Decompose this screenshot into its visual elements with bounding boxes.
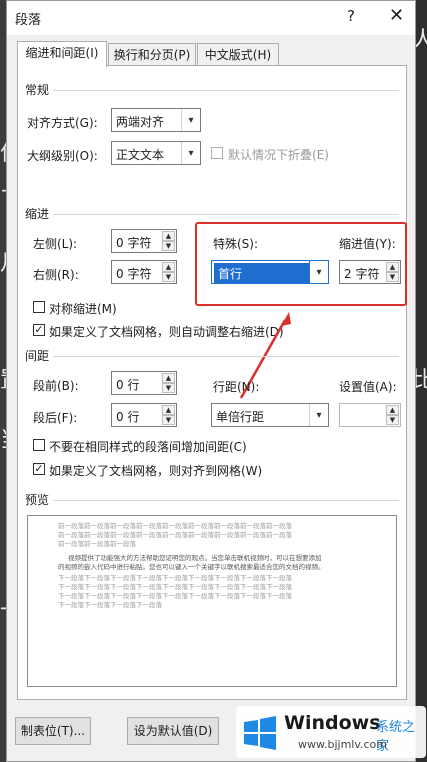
divider [53, 356, 399, 357]
space-before-spinner[interactable]: 0 行 ▲ ▼ [111, 371, 177, 395]
preview-next-paragraph: 下一段落下一段落下一段落下一段落下一段落下一段落下一段落下一段落下一段落 [58, 592, 292, 600]
space-after-spinner[interactable]: 0 行 ▲ ▼ [111, 403, 177, 427]
snap-to-grid-label: 如果定义了文档网格，则对齐到网格(W) [49, 464, 263, 478]
spin-up-icon[interactable]: ▲ [162, 373, 175, 383]
tab-asian-typography[interactable]: 中文版式(H) [197, 43, 279, 65]
highlight-annotation-box [195, 222, 407, 306]
left-indent-spinner[interactable]: 0 字符 ▲ ▼ [111, 229, 177, 253]
spin-up-icon[interactable]: ▲ [162, 262, 175, 272]
preview-prev-paragraph: 前一段落前一段落前一段落 [58, 540, 136, 548]
left-indent-label: 左侧(L): [33, 237, 78, 251]
collapse-label: 默认情况下折叠(E) [228, 148, 329, 162]
no-space-same-style-label: 不要在相同样式的段落间增加间距(C) [49, 440, 247, 454]
set-default-button[interactable]: 设为默认值(D) [127, 717, 219, 745]
snap-to-grid-checkbox[interactable]: ✓ [33, 463, 45, 475]
title-bar: 段落 ? ✕ [7, 1, 415, 35]
preview-body-text: 的视频的嵌入代码中进行粘贴。您也可以键入一个关键字以联机搜索最适合您的文档的视频… [58, 563, 325, 571]
watermark: Windows 系统之家 www.bjjmlv.com [236, 706, 426, 758]
auto-adjust-indent-checkbox[interactable]: ✓ [33, 324, 45, 336]
tab-indents-spacing[interactable]: 缩进和间距(I) [17, 41, 107, 67]
space-after-value: 0 行 [116, 410, 140, 424]
at-spinner[interactable]: ▲ ▼ [339, 403, 401, 427]
alignment-label: 对齐方式(G): [27, 116, 98, 130]
line-spacing-label: 行距(N): [213, 380, 260, 394]
section-preview-title: 预览 [25, 493, 50, 507]
mirror-indents-label: 对称缩进(M) [49, 302, 117, 316]
watermark-url: www.bjjmlv.com [298, 738, 387, 751]
preview-prev-paragraph: 前一段落前一段落前一段落前一段落前一段落前一段落前一段落前一段落前一段落 [58, 531, 292, 539]
outline-level-label: 大纲级别(O): [27, 149, 98, 163]
no-space-same-style-checkbox[interactable] [33, 439, 45, 451]
outline-level-value: 正文文本 [116, 148, 165, 162]
alignment-value: 两端对齐 [116, 115, 165, 129]
preview-next-paragraph: 下一段落下一段落下一段落下一段落下一段落下一段落下一段落下一段落下一段落 [58, 574, 292, 582]
paragraph-dialog: 段落 ? ✕ 缩进和间距(I) 换行和分页(P) 中文版式(H) 常规 对齐方式… [6, 0, 416, 762]
right-indent-value: 0 字符 [116, 267, 152, 281]
spin-down-icon[interactable]: ▼ [162, 415, 175, 425]
space-after-label: 段后(F): [33, 411, 78, 425]
right-indent-label: 右侧(R): [33, 268, 79, 282]
preview-next-paragraph: 下一段落下一段落下一段落下一段落下一段落下一段落下一段落下一段落下一段落 [58, 583, 292, 591]
tabs-button[interactable]: 制表位(T)... [15, 717, 91, 745]
spin-up-icon[interactable]: ▲ [162, 231, 175, 241]
outline-level-select[interactable]: 正文文本 ▾ [111, 141, 201, 165]
preview-box: 前一段落前一段落前一段落前一段落前一段落前一段落前一段落前一段落前一段落 前一段… [27, 515, 397, 687]
collapse-checkbox[interactable] [211, 147, 223, 159]
at-label: 设置值(A): [339, 380, 397, 394]
left-indent-value: 0 字符 [116, 236, 152, 250]
close-button[interactable]: ✕ [389, 5, 404, 26]
help-button[interactable]: ? [347, 7, 355, 25]
divider [53, 500, 399, 501]
preview-body-text: 视频提供了功能强大的方法帮助您证明您的观点。当您单击联机视频时，可以在想要添加 [68, 554, 322, 562]
divider [53, 90, 399, 91]
alignment-select[interactable]: 两端对齐 ▾ [111, 108, 201, 132]
line-spacing-value: 单倍行距 [216, 410, 265, 424]
spin-up-icon[interactable]: ▲ [162, 405, 175, 415]
right-indent-spinner[interactable]: 0 字符 ▲ ▼ [111, 260, 177, 284]
space-before-label: 段前(B): [33, 379, 79, 393]
watermark-brand: Windows [284, 712, 381, 734]
chevron-down-icon: ▾ [181, 109, 200, 131]
tab-line-page-breaks[interactable]: 换行和分页(P) [108, 43, 196, 65]
section-indent-title: 缩进 [25, 207, 50, 221]
spin-down-icon[interactable]: ▼ [162, 272, 175, 282]
spin-down-icon[interactable]: ▼ [162, 241, 175, 251]
spin-up-icon[interactable]: ▲ [386, 405, 399, 415]
space-before-value: 0 行 [116, 378, 140, 392]
chevron-down-icon: ▾ [181, 142, 200, 164]
spin-down-icon[interactable]: ▼ [162, 383, 175, 393]
mirror-indents-checkbox[interactable] [33, 301, 45, 313]
dialog-title: 段落 [15, 13, 42, 28]
section-general-title: 常规 [25, 83, 50, 97]
windows-logo-icon [244, 716, 276, 750]
divider [53, 214, 399, 215]
spin-down-icon[interactable]: ▼ [386, 415, 399, 425]
line-spacing-select[interactable]: 单倍行距 ▾ [211, 403, 329, 427]
section-spacing-title: 间距 [25, 349, 50, 363]
preview-prev-paragraph: 前一段落前一段落前一段落前一段落前一段落前一段落前一段落前一段落前一段落 [58, 522, 292, 530]
chevron-down-icon: ▾ [309, 404, 328, 426]
preview-next-paragraph: 下一段落下一段落下一段落下一段落 [58, 601, 162, 609]
